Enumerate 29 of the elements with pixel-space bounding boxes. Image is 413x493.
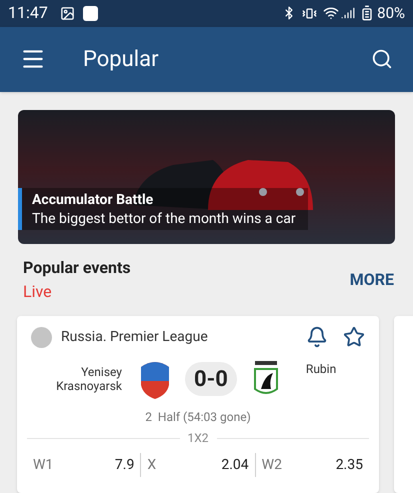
search-button[interactable] bbox=[371, 48, 393, 70]
match-period: 2 Half (54:03 gone) bbox=[145, 410, 251, 424]
page-title: Popular bbox=[83, 46, 159, 74]
odds-button[interactable]: W1 7.9 bbox=[27, 453, 140, 477]
more-button[interactable]: MORE bbox=[350, 268, 394, 292]
away-team-name: Rubin bbox=[306, 361, 336, 378]
market-label: 1X2 bbox=[186, 430, 210, 447]
battery-percent: 80% bbox=[377, 3, 405, 24]
notification-bell-button[interactable] bbox=[306, 326, 328, 348]
vibrate-icon bbox=[302, 6, 318, 21]
odds-button[interactable]: X 2.04 bbox=[140, 453, 255, 477]
clock-time: 11:47 bbox=[8, 2, 48, 24]
home-team-name: Yenisey Krasnoyarsk bbox=[55, 365, 122, 393]
section-title: Popular events bbox=[23, 257, 131, 279]
club-crest-icon bbox=[139, 359, 171, 399]
favorite-star-button[interactable] bbox=[343, 326, 365, 348]
match-score: 0-0 bbox=[185, 362, 237, 396]
banner-title: Accumulator Battle bbox=[32, 191, 154, 210]
promo-banner[interactable]: Accumulator Battle The biggest bettor of the month wins a car bbox=[18, 110, 395, 244]
club-crest-icon bbox=[252, 361, 279, 397]
banner-subtitle: The biggest bettor of the month wins a car bbox=[32, 211, 297, 228]
wifi-icon bbox=[323, 5, 340, 22]
event-card[interactable]: Russia. Premier League Yenisey Krasnoyarsk 0-0 Rubin 2 Half (54:03 gone) 1X2 W1 7.9 X 2.04 W2 2.35 bbox=[17, 316, 379, 493]
league-name: Russia. Premier League bbox=[61, 328, 208, 346]
live-label: Live bbox=[23, 281, 53, 303]
app-notification-icon bbox=[82, 6, 98, 21]
image-icon bbox=[60, 6, 75, 21]
signal-icon bbox=[341, 6, 356, 20]
odds-button[interactable]: W2 2.35 bbox=[254, 453, 369, 477]
